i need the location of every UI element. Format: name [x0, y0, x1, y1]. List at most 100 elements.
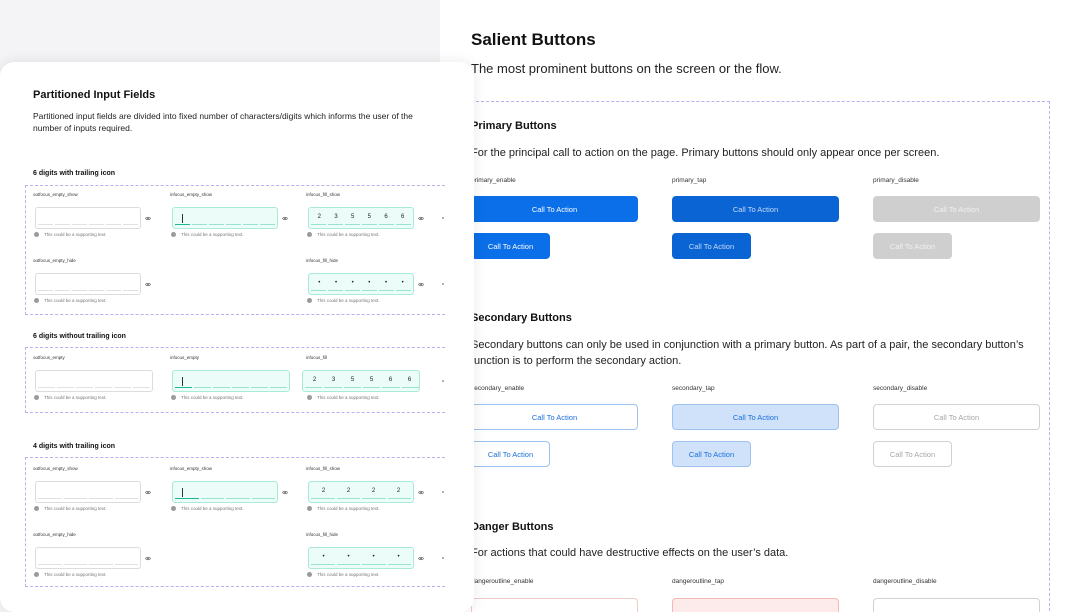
otp-input[interactable]	[172, 370, 290, 392]
entered-digit: 2	[346, 488, 351, 494]
otp-input[interactable]: 2 3 5 5 6 6	[302, 370, 420, 392]
eye-icon[interactable]	[145, 215, 151, 221]
digit-slot	[89, 290, 104, 291]
field-state-label: infocus_fill_hide	[306, 532, 339, 537]
supporting-text: This could be a supporting text.	[307, 298, 380, 303]
eye-icon[interactable]	[418, 489, 424, 495]
eye-icon[interactable]	[145, 555, 151, 561]
otp-input[interactable]	[35, 207, 141, 229]
section-title-primary: Primary Buttons	[471, 120, 557, 132]
otp-input[interactable]	[35, 273, 141, 295]
digit-slot	[192, 223, 207, 225]
info-dot-icon	[171, 232, 176, 237]
entered-digit: 2	[396, 488, 401, 494]
entered-digit: 3	[331, 377, 336, 383]
secondary-disable-button-large[interactable]: Call To Action	[873, 404, 1040, 430]
digit-slot	[379, 224, 394, 225]
state-label: secondary_enable	[471, 385, 525, 392]
digit-slot	[38, 564, 62, 565]
salient-buttons-panel: Salient Buttons The most prominent butto…	[440, 0, 1080, 612]
text-caret	[182, 488, 183, 497]
digit-slot	[336, 564, 360, 565]
otp-input[interactable]: • • • • • •	[308, 273, 414, 295]
digit-slot	[251, 386, 268, 388]
primary-enable-button-large[interactable]: Call To Action	[471, 196, 638, 222]
entered-digit: •	[401, 280, 404, 286]
eye-icon[interactable]	[145, 281, 151, 287]
entered-digit: 2	[371, 488, 376, 494]
digit-slot	[379, 290, 394, 291]
digit-slot	[175, 223, 190, 225]
entered-digit: •	[397, 554, 400, 560]
digit-slot	[57, 387, 74, 388]
eye-icon[interactable]	[418, 555, 424, 561]
secondary-tap-button-large[interactable]: Call To Action	[672, 404, 839, 430]
digit-slot	[345, 224, 360, 225]
digit-slot	[362, 564, 386, 565]
digit-slot	[226, 223, 241, 225]
secondary-disable-button-small[interactable]: Call To Action	[873, 441, 952, 467]
primary-disable-button-large[interactable]: Call To Action	[873, 196, 1040, 222]
clipped-column-marker	[442, 380, 444, 382]
info-dot-icon	[34, 395, 39, 400]
eye-icon[interactable]	[282, 489, 288, 495]
eye-icon[interactable]	[418, 215, 424, 221]
info-dot-icon	[307, 506, 312, 511]
text-caret	[182, 214, 183, 223]
digit-slot	[63, 498, 87, 499]
digit-slot	[251, 497, 275, 499]
field-state-label: outfocus_empty_show	[33, 466, 78, 471]
otp-input[interactable]: 2 3 5 5 6 6	[308, 207, 414, 229]
info-dot-icon	[34, 506, 39, 511]
digit-slot	[72, 290, 87, 291]
field-state-label: outfocus_empty_show	[33, 192, 78, 197]
primary-tap-button-small[interactable]: Call To Action	[672, 233, 751, 259]
digit-slot	[396, 224, 411, 225]
entered-digit: •	[368, 280, 371, 286]
supporting-text: This could be a supporting text.	[171, 506, 244, 511]
state-label: secondary_tap	[672, 385, 715, 392]
otp-input[interactable]	[35, 547, 141, 569]
entered-digit: 3	[334, 214, 338, 220]
entered-digit: 6	[401, 214, 405, 220]
danger-disable-button[interactable]	[873, 598, 1040, 612]
digit-slot	[55, 290, 70, 291]
entered-digit: 5	[369, 377, 374, 383]
otp-input[interactable]	[172, 481, 278, 503]
danger-tap-button[interactable]	[672, 598, 839, 612]
entered-digit: 2	[317, 214, 321, 220]
primary-tap-button-large[interactable]: Call To Action	[672, 196, 839, 222]
eye-icon[interactable]	[282, 215, 288, 221]
supporting-text: This could be a supporting text.	[307, 506, 380, 511]
otp-input[interactable]	[172, 207, 278, 229]
state-label: dangeroutline_enable	[471, 578, 534, 585]
eye-icon[interactable]	[418, 281, 424, 287]
supporting-text: This could be a supporting text.	[307, 395, 380, 400]
digit-slot	[362, 498, 386, 499]
info-dot-icon	[307, 395, 312, 400]
otp-input[interactable]	[35, 370, 153, 392]
secondary-enable-button-small[interactable]: Call To Action	[471, 441, 550, 467]
primary-disable-button-small[interactable]: Call To Action	[873, 233, 952, 259]
state-label: dangeroutline_disable	[873, 578, 937, 585]
secondary-enable-button-large[interactable]: Call To Action	[471, 404, 638, 430]
entered-digit: 5	[351, 214, 355, 220]
entered-digit: 6	[407, 377, 412, 383]
secondary-tap-button-small[interactable]: Call To Action	[672, 441, 751, 467]
eye-icon[interactable]	[145, 489, 151, 495]
primary-enable-button-small[interactable]: Call To Action	[471, 233, 550, 259]
digit-slot	[324, 387, 342, 388]
digit-slot	[336, 498, 360, 499]
entered-digit: •	[347, 554, 350, 560]
otp-input[interactable]: • • • •	[308, 547, 414, 569]
otp-input[interactable]: 2 2 2 2	[308, 481, 414, 503]
entered-digit: •	[372, 554, 375, 560]
digit-slot	[95, 387, 112, 388]
info-dot-icon	[307, 232, 312, 237]
clipped-column-marker	[442, 217, 444, 219]
digit-slot	[63, 564, 87, 565]
danger-enable-button[interactable]	[471, 598, 638, 612]
entered-digit: •	[384, 280, 388, 286]
state-label: primary_enable	[471, 177, 516, 184]
otp-input[interactable]	[35, 481, 141, 503]
